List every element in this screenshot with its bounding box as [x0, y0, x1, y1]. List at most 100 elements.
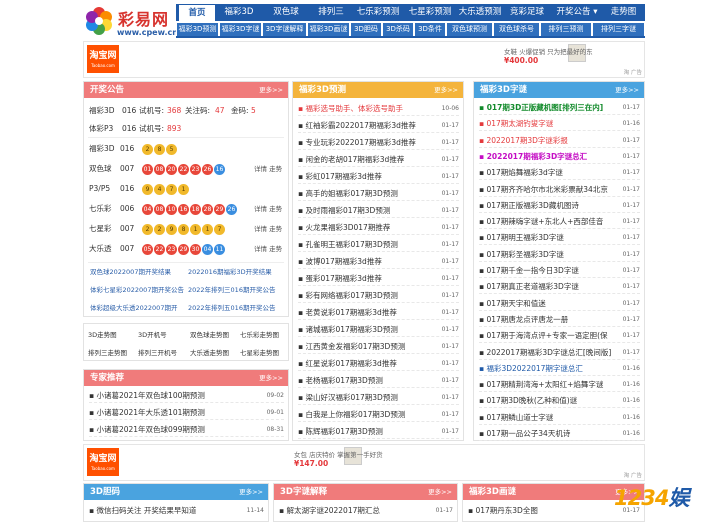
tool-link[interactable]: 大乐透走势图 — [190, 347, 229, 357]
list-item[interactable]: ▪ 老杨福彩017期3D预测 01-17 — [298, 374, 459, 388]
nav-qxc[interactable]: 七星彩预测 — [404, 4, 456, 21]
list-item[interactable]: ▪ 2022017期3D字谜彩报 01-17 — [479, 134, 640, 148]
subnav-item[interactable]: 双色球预测 — [447, 23, 492, 36]
list-item[interactable]: ▪ 017期明王福彩3D字谜 01-17 — [479, 231, 640, 246]
list-item[interactable]: ▪ 陈辉福彩017期3D预测 01-17 — [298, 425, 459, 439]
list-item[interactable]: ▪ 解太湖字谜2022017期汇总 01-17 — [279, 504, 453, 518]
list-item[interactable]: ▪ 017期3D晚秋(乙种和值)谜 01-16 — [479, 394, 640, 409]
nav-jczq[interactable]: 竞彩足球 — [504, 4, 550, 21]
nav-kjgg[interactable]: 开奖公告 ▾ — [552, 4, 602, 21]
nav-pl3[interactable]: 排列三 — [312, 4, 350, 21]
list-item[interactable]: ▪ 红袖彩霸2022017期福彩3d推荐 01-17 — [298, 119, 459, 133]
detail-trend-link[interactable]: 详情 走势 — [254, 160, 282, 178]
list-item[interactable]: ▪ 017期焰舞福彩3d字谜 01-17 — [479, 166, 640, 181]
result-link[interactable]: 双色球2022007期开奖结果 — [90, 265, 171, 279]
nav-home[interactable]: 首页 — [178, 4, 216, 21]
list-item[interactable]: ▪ 白我是上你福彩017期3D预测 01-17 — [298, 408, 459, 422]
dm3d-more-link[interactable]: 更多>> — [239, 484, 263, 500]
tool-link[interactable]: 3D开机号 — [138, 329, 167, 339]
list-item[interactable]: ▪ 火龙果福彩3D017期推荐 01-17 — [298, 221, 459, 235]
fc3d-zimi-more-link[interactable]: 更多>> — [615, 82, 639, 98]
subnav-item[interactable]: 福彩3D预测 — [177, 23, 218, 36]
list-item[interactable]: ▪ 017期辣嗨字谜+东北人+西部佳音 01-17 — [479, 215, 640, 230]
nav-fc3d[interactable]: 福彩3D — [218, 4, 260, 21]
detail-trend-link[interactable]: 详情 走势 — [254, 220, 282, 238]
result-link[interactable]: 体彩七星彩2022007期开奖公告 — [90, 283, 184, 297]
subnav-item[interactable]: 双色球杀号 — [494, 23, 539, 36]
list-item[interactable]: ▪ 017期鳞山道士字谜 01-16 — [479, 411, 640, 425]
lottery-name[interactable]: 大乐透 — [89, 240, 115, 258]
detail-trend-link[interactable]: 详情 走势 — [254, 200, 282, 218]
list-item[interactable]: ▪ 高手的姐福彩017期3D预测 01-17 — [298, 187, 459, 201]
subnav-item[interactable]: 3D字谜解释 — [263, 23, 306, 36]
list-item[interactable]: ▪ 017期精荆湾海+太阳红+焰舞字谜 01-16 — [479, 378, 640, 393]
list-item[interactable]: ▪ 小诸葛2021年双色球099期预测 08-31 — [89, 423, 284, 437]
lottery-name[interactable]: 双色球 — [89, 160, 115, 178]
lottery-name[interactable]: P3/P5 — [89, 180, 115, 198]
nav-zst[interactable]: 走势图 — [604, 4, 643, 21]
ad-banner-middle[interactable]: 淘宝网 Taobao.com 女包 店庆特价 掌握第一手好货 ¥147.00 淘… — [83, 444, 645, 481]
notice-more-link[interactable]: 更多>> — [259, 82, 283, 98]
subnav-item[interactable]: 3D条件 — [415, 23, 445, 36]
list-item[interactable]: ▪ 017期唐龙点评唐龙一册 01-17 — [479, 313, 640, 327]
result-link[interactable]: 2022年排列三016期开奖公告 — [188, 283, 275, 297]
list-item[interactable]: ▪ 梁山好汉福彩017期3D预测 01-17 — [298, 391, 459, 405]
nav-ssq[interactable]: 双色球 — [262, 4, 310, 21]
result-link[interactable]: 2022年排列五016期开奖公告 — [188, 301, 275, 315]
zimi-explain-more-link[interactable]: 更多>> — [428, 484, 452, 500]
list-item[interactable]: ▪ 微信扫码关注 开奖结果早知道 11-14 — [89, 504, 264, 518]
subnav-item[interactable]: 3D杀码 — [383, 23, 413, 36]
expert-more-link[interactable]: 更多>> — [259, 370, 283, 386]
list-item[interactable]: ▪ 闲金的老胡017期福彩3d推荐 01-17 — [298, 153, 459, 167]
list-item[interactable]: ▪ 017期天宇和值迷 01-17 — [479, 297, 640, 311]
list-item[interactable]: ▪ 017期于海湾点评+专家一语定胆(保 01-17 — [479, 329, 640, 344]
list-item[interactable]: ▪ 017期彩圣福彩3D字谜 01-17 — [479, 248, 640, 262]
list-item[interactable]: ▪ 017期太湖钓叟字谜 01-16 — [479, 117, 640, 132]
subnav-item[interactable]: 3D胆码 — [351, 23, 381, 36]
list-item[interactable]: ▪ 江西黄金发福彩017期3D预测 01-17 — [298, 340, 459, 354]
fc3d-prediction-more-link[interactable]: 更多>> — [434, 82, 458, 98]
lottery-name[interactable]: 七乐彩 — [89, 200, 115, 218]
nav-qlc[interactable]: 七乐彩预测 — [352, 4, 404, 21]
result-link[interactable]: 2022016期福彩3D开奖结果 — [188, 265, 272, 279]
list-item[interactable]: ▪ 017期3D正版藏机图[排列三在内] 01-17 — [479, 101, 640, 115]
lottery-name[interactable]: 福彩3D — [89, 140, 115, 158]
list-item[interactable]: ▪ 017期一品公子34天机诗 01-16 — [479, 427, 640, 441]
list-item[interactable]: ▪ 小诸葛2021年大乐透101期预测 09-01 — [89, 406, 284, 420]
detail-trend-link[interactable]: 详情 走势 — [254, 240, 282, 258]
list-item[interactable]: ▪ 孔雀明王福彩017期3D预测 01-17 — [298, 238, 459, 252]
tool-link[interactable]: 双色球走势图 — [190, 329, 229, 339]
list-item[interactable]: ▪ 蛋彩017期福彩3d推荐 01-17 — [298, 272, 459, 286]
site-logo[interactable]: 彩易网 www.cpew.cn — [84, 4, 178, 40]
list-item[interactable]: ▪ 彩有网络福彩017期3D预测 01-17 — [298, 289, 459, 303]
list-item[interactable]: ▪ 福彩选号助手、体彩选号助手 10-06 — [298, 102, 459, 116]
nav-dlt[interactable]: 大乐透预测 — [456, 4, 504, 21]
list-item[interactable]: ▪ 及时雨福彩017期3D预测 01-17 — [298, 204, 459, 218]
list-item[interactable]: ▪ 福彩3D2022017期字谜总汇 01-16 — [479, 362, 640, 376]
list-item[interactable]: ▪ 017期正版福彩3D藏机图诗 01-17 — [479, 199, 640, 213]
list-item[interactable]: ▪ 红星说彩017期福彩3d推荐 01-17 — [298, 357, 459, 371]
list-item[interactable]: ▪ 专业玩彩2022017期福彩3d推荐 01-17 — [298, 136, 459, 150]
tool-link[interactable]: 3D走势图 — [88, 329, 117, 339]
lottery-name[interactable]: 七星彩 — [89, 220, 115, 238]
list-item[interactable]: ▪ 017期千金一指今日3D字谜 01-17 — [479, 264, 640, 278]
tool-link[interactable]: 排列三走势图 — [88, 347, 127, 357]
list-item[interactable]: ▪ 小诸葛2021年双色球100期预测 09-02 — [89, 389, 284, 403]
tool-link[interactable]: 七乐彩走势图 — [240, 329, 279, 339]
tool-link[interactable]: 七星彩走势图 — [240, 347, 279, 357]
list-item[interactable]: ▪ 诸城福彩017期福彩3D预测 01-17 — [298, 323, 459, 337]
list-item[interactable]: ▪ 2022017期福彩3D字谜总汇[晚间版] 01-17 — [479, 346, 640, 360]
list-item[interactable]: ▪ 波博017期福彩3d推荐 01-17 — [298, 255, 459, 269]
subnav-item[interactable]: 排列三字谜 — [593, 23, 644, 36]
subnav-item[interactable]: 福彩3D画谜 — [308, 23, 349, 36]
list-item[interactable]: ▪ 017期齐齐哈尔市北米彩票献34北京 01-17 — [479, 183, 640, 197]
list-item[interactable]: ▪ 彩虹017期福彩3d推荐 01-17 — [298, 170, 459, 184]
ad-banner-top[interactable]: 淘宝网 Taobao.com 女鞋 火爆促销 只为把最好的东 ¥400.00 淘… — [83, 41, 645, 78]
result-link[interactable]: 体彩超级大乐透2022007期开 — [90, 301, 177, 315]
subnav-item[interactable]: 排列三预测 — [541, 23, 591, 36]
list-item[interactable]: ▪ 2022017期福彩3D字谜总汇 01-17 — [479, 150, 640, 164]
subnav-item[interactable]: 福彩3D字谜 — [220, 23, 261, 36]
list-item[interactable]: ▪ 老黄说彩017期福彩3d推荐 01-17 — [298, 306, 459, 320]
list-item[interactable]: ▪ 017期真正老道福彩3D字谜 01-17 — [479, 280, 640, 295]
tool-link[interactable]: 排列三开机号 — [138, 347, 177, 357]
